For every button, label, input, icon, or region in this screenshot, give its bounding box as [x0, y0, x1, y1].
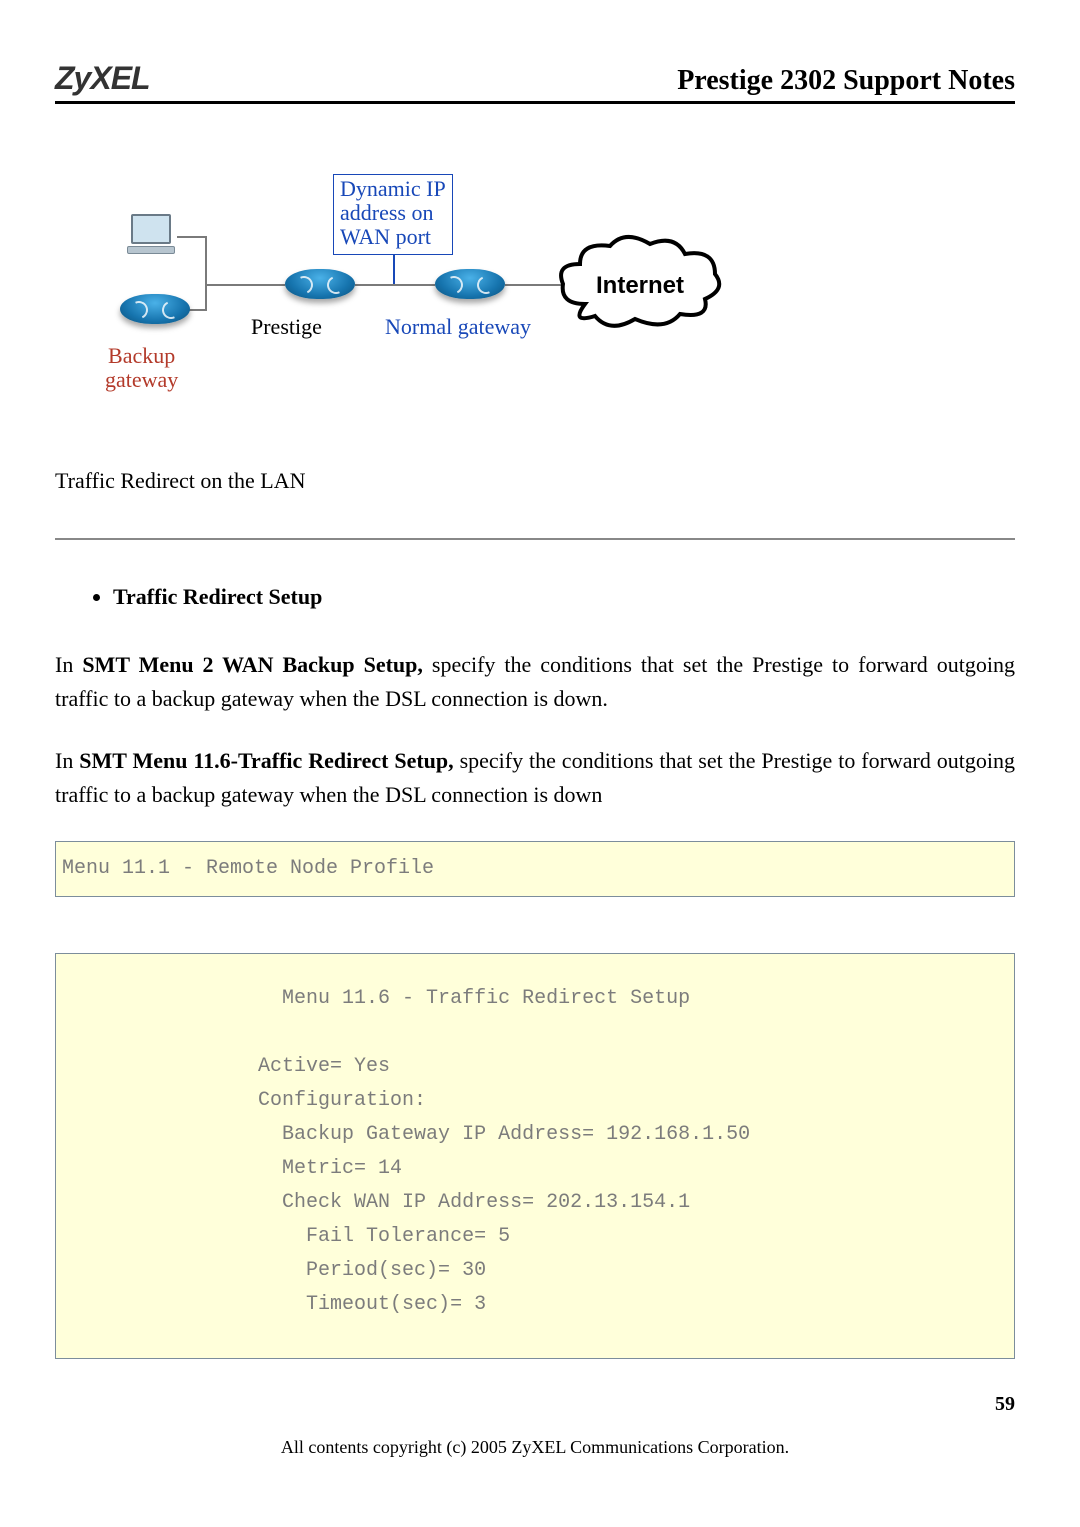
diagram-wire	[205, 284, 285, 286]
page-number: 59	[55, 1389, 1015, 1420]
document-title: Prestige 2302 Support Notes	[677, 65, 1015, 97]
body-section: Traffic Redirect on the LAN Traffic Redi…	[55, 464, 1015, 1461]
divider	[55, 538, 1015, 540]
internet-cloud-icon: Internet	[555, 234, 725, 334]
section-heading: Traffic Redirect on the LAN	[55, 464, 1015, 498]
bullet-list: Traffic Redirect Setup	[113, 580, 1015, 614]
backup-gateway-label: Backupgateway	[105, 344, 178, 392]
prestige-label: Prestige	[251, 314, 322, 340]
normal-router-icon	[435, 269, 505, 299]
code-menu-11-1: Menu 11.1 - Remote Node Profile	[55, 841, 1015, 897]
diagram-wire	[177, 236, 207, 238]
diagram-wire	[355, 284, 435, 286]
code-menu-11-6: Menu 11.6 - Traffic Redirect Setup Activ…	[55, 953, 1015, 1359]
dynamic-ip-line2: address on	[340, 200, 433, 225]
zyxel-logo: ZyXEL	[55, 60, 150, 97]
normal-gateway-label: Normal gateway	[385, 314, 531, 340]
backup-router-icon	[120, 294, 190, 324]
internet-label: Internet	[596, 272, 684, 300]
paragraph-menu116: In SMT Menu 11.6-Traffic Redirect Setup,…	[55, 744, 1015, 812]
prestige-router-icon	[285, 269, 355, 299]
paragraph-menu2: In SMT Menu 2 WAN Backup Setup, specify …	[55, 648, 1015, 716]
copyright: All contents copyright (c) 2005 ZyXEL Co…	[55, 1434, 1015, 1462]
dynamic-ip-box: Dynamic IP address on WAN port	[333, 174, 453, 255]
page-header: ZyXEL Prestige 2302 Support Notes	[55, 60, 1015, 104]
diagram-wire	[205, 236, 207, 311]
pc-icon	[125, 214, 177, 258]
bullet-traffic-redirect-setup: Traffic Redirect Setup	[113, 580, 1015, 614]
network-diagram: Dynamic IP address on WAN port Prestige …	[65, 164, 725, 424]
dynamic-ip-line1: Dynamic IP	[340, 176, 446, 201]
dynamic-ip-line3: WAN port	[340, 224, 431, 249]
